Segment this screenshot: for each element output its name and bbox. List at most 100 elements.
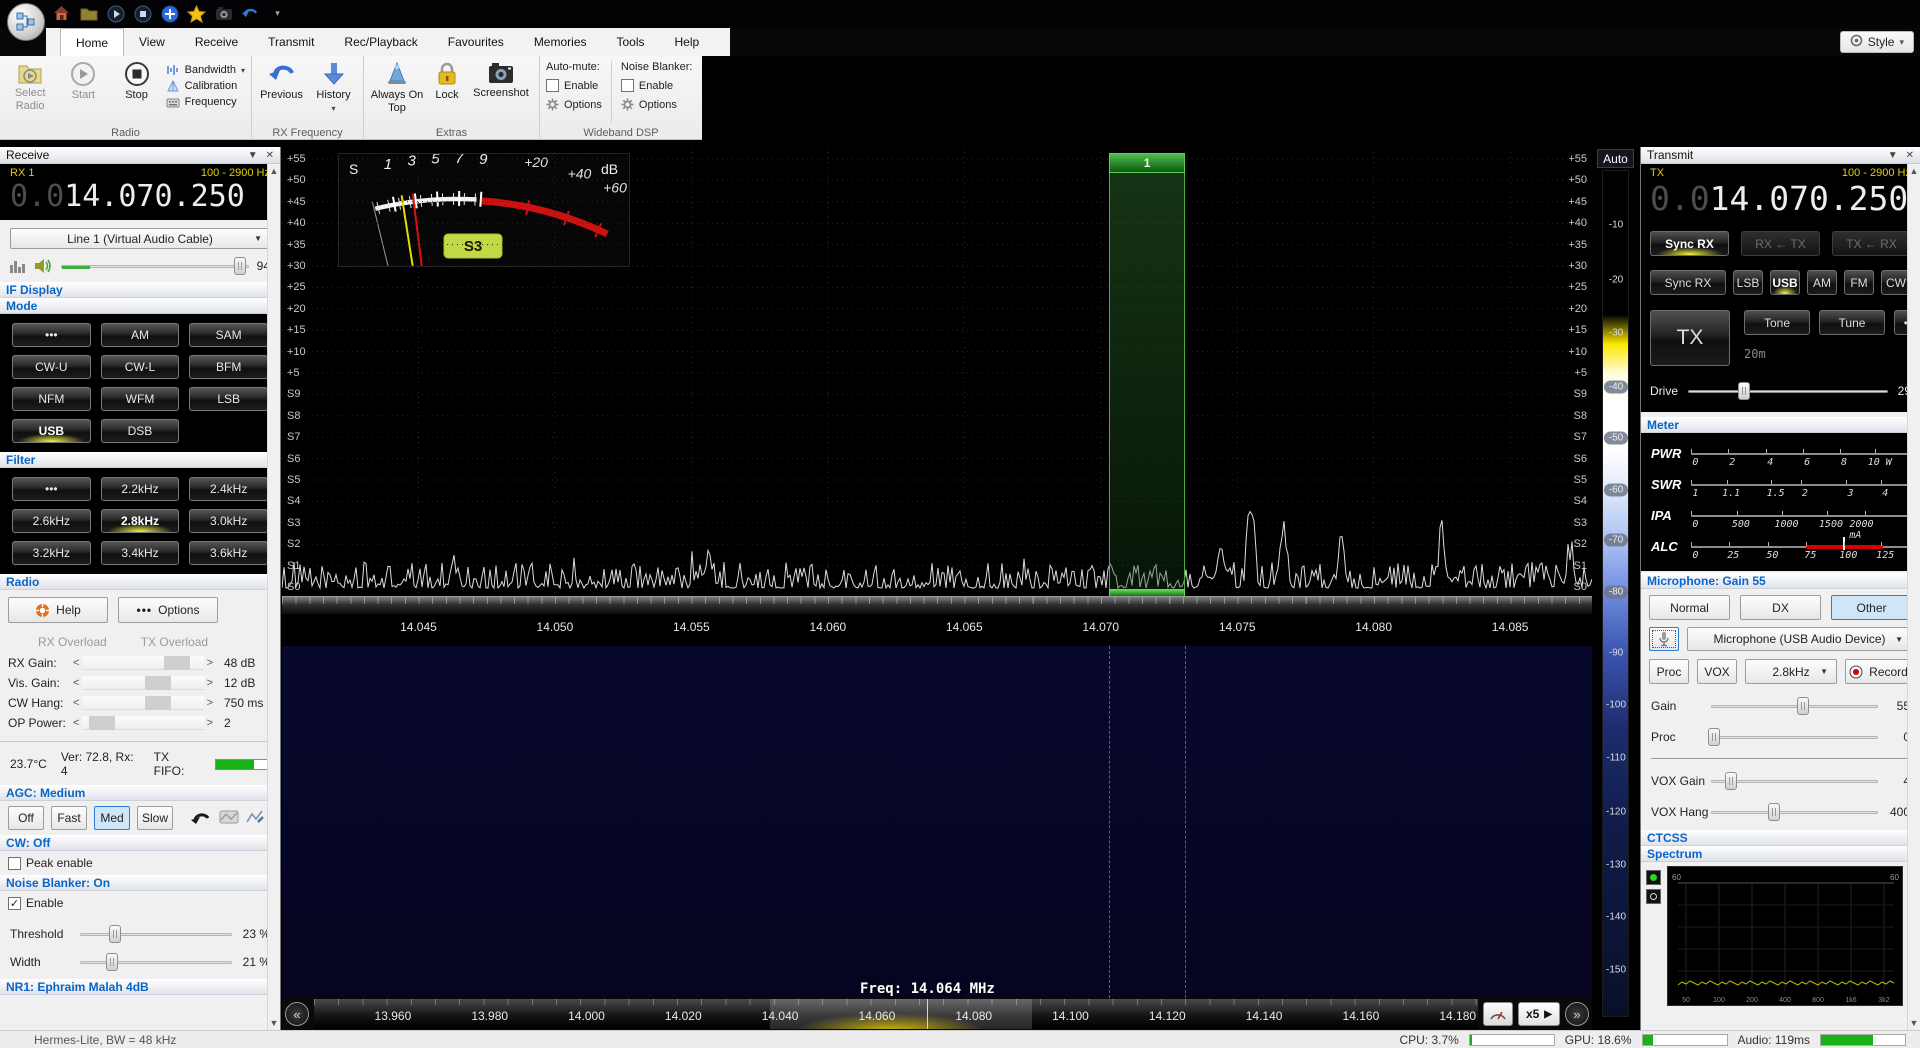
- mode-button-lsb[interactable]: LSB: [189, 387, 268, 411]
- auto-level-button[interactable]: Auto: [1597, 149, 1634, 168]
- slider-right-arrow[interactable]: >: [204, 697, 216, 709]
- scroll-up-icon[interactable]: ▲: [1908, 166, 1920, 176]
- qat-dropdown-icon[interactable]: ▾: [268, 4, 287, 23]
- add-icon[interactable]: [160, 4, 179, 23]
- agc-undo-icon[interactable]: [190, 809, 212, 828]
- tx-mode-usb[interactable]: USB: [1770, 270, 1800, 295]
- screenshot-button[interactable]: Screenshot: [470, 59, 532, 125]
- automute-options-button[interactable]: Options: [546, 98, 602, 111]
- volume-slider[interactable]: [61, 257, 249, 275]
- vox-button[interactable]: VOX: [1697, 659, 1737, 684]
- slider-grip[interactable]: [106, 953, 118, 971]
- help-button[interactable]: Help: [8, 597, 108, 623]
- agc-button-med[interactable]: Med: [94, 806, 130, 830]
- tx-mode-fm[interactable]: FM: [1844, 270, 1874, 295]
- slider-grip[interactable]: [109, 925, 121, 943]
- section-nr1[interactable]: NR1: Ephraim Malah 4dB▲: [0, 979, 280, 995]
- section-noise-blanker[interactable]: Noise Blanker: On▲: [0, 875, 280, 891]
- slider-grip[interactable]: [1797, 697, 1809, 715]
- rx-passband-region[interactable]: 1: [1109, 153, 1185, 598]
- drive-slider[interactable]: [1688, 382, 1888, 400]
- mic-profile-dx[interactable]: DX: [1740, 595, 1821, 620]
- bandwidth-button[interactable]: Bandwidth▾: [166, 64, 245, 76]
- always-on-top-button[interactable]: Always On Top: [370, 59, 424, 125]
- slider[interactable]: [1711, 728, 1878, 746]
- slider-grip[interactable]: [1725, 772, 1737, 790]
- drive-grip[interactable]: [1738, 382, 1750, 400]
- frequency-button[interactable]: Frequency: [166, 96, 245, 108]
- slider-handle[interactable]: [145, 676, 171, 690]
- filter-button-2.2khz[interactable]: 2.2kHz: [101, 477, 180, 501]
- meter-toggle-button[interactable]: [1483, 1002, 1513, 1026]
- sync-button-0[interactable]: Sync RX: [1650, 231, 1729, 256]
- slider-grip[interactable]: [1768, 803, 1780, 821]
- filter-button-2.4khz[interactable]: 2.4kHz: [189, 477, 268, 501]
- zoom-control[interactable]: x5 ▶: [1518, 1002, 1560, 1026]
- transmit-panel-scrollbar[interactable]: ▲▼: [1907, 164, 1920, 1030]
- slider-track[interactable]: [82, 656, 203, 670]
- stop-button[interactable]: Stop: [112, 59, 160, 125]
- tx-button[interactable]: TX: [1650, 310, 1730, 366]
- slider-handle[interactable]: [89, 716, 115, 730]
- tx-mode-am[interactable]: AM: [1807, 270, 1837, 295]
- select-radio-button[interactable]: Select Radio: [6, 59, 54, 125]
- section-filter[interactable]: Filter▲: [0, 452, 280, 468]
- favourite-star-icon[interactable]: [187, 4, 206, 23]
- app-menu-button[interactable]: [7, 3, 45, 41]
- options-button[interactable]: •••Options: [118, 597, 218, 623]
- slider-handle[interactable]: [164, 656, 190, 670]
- slider-grip[interactable]: [1708, 728, 1720, 746]
- tune-button[interactable]: Tune: [1819, 310, 1885, 335]
- mode-button-cw-l[interactable]: CW-L: [101, 355, 180, 379]
- filter-button-3.4khz[interactable]: 3.4kHz: [101, 541, 180, 565]
- tab-home[interactable]: Home: [60, 28, 124, 56]
- waterfall-display[interactable]: Freq: 14.064 MHz Span: ±24 kHz: [282, 646, 1592, 998]
- mic-profile-normal[interactable]: Normal: [1649, 595, 1730, 620]
- slider[interactable]: [1711, 803, 1878, 821]
- mode-button-usb[interactable]: USB: [12, 419, 91, 443]
- slider-right-arrow[interactable]: >: [204, 657, 216, 669]
- chevron-right-icon[interactable]: ▶: [1544, 1009, 1552, 1020]
- style-selector[interactable]: Style ▾: [1840, 31, 1914, 53]
- section-microphone[interactable]: Microphone: Gain 55▲: [1641, 573, 1920, 589]
- mic-device-select[interactable]: Microphone (USB Audio Device) ▼: [1687, 627, 1912, 651]
- spectrum-display[interactable]: 13579+20+40+60SdBS3 +55+55+50+50+45+45+4…: [282, 147, 1592, 598]
- peak-enable-checkbox[interactable]: Peak enable: [0, 851, 280, 875]
- tab-memories[interactable]: Memories: [519, 28, 602, 56]
- noise-blanker-options-button[interactable]: Options: [621, 98, 693, 111]
- mode-button-dsb[interactable]: DSB: [101, 419, 180, 443]
- automute-enable-checkbox[interactable]: Enable: [546, 79, 602, 92]
- tx-spectrum-toggle-on[interactable]: [1646, 870, 1661, 885]
- tx-mode-lsb[interactable]: LSB: [1733, 270, 1763, 295]
- previous-button[interactable]: Previous: [258, 59, 305, 125]
- filter-button-3.2khz[interactable]: 3.2kHz: [12, 541, 91, 565]
- section-meter[interactable]: Meter▲: [1641, 417, 1920, 433]
- rx-frequency-display[interactable]: RX 1100 - 2900 Hz 0.014.070.250: [0, 164, 280, 220]
- speaker-icon[interactable]: [34, 258, 53, 274]
- close-icon[interactable]: ✕: [1906, 150, 1914, 161]
- slider[interactable]: [1711, 772, 1878, 790]
- slider-left-arrow[interactable]: <: [70, 717, 82, 729]
- tab-help[interactable]: Help: [660, 28, 715, 56]
- collapse-icon[interactable]: ▼: [248, 150, 258, 161]
- tab-favourites[interactable]: Favourites: [433, 28, 519, 56]
- tx-frequency-digits[interactable]: 0.014.070.250: [1650, 179, 1911, 218]
- scroll-down-icon[interactable]: ▼: [1908, 1018, 1920, 1028]
- sync-button-2[interactable]: TX ← RX: [1832, 231, 1911, 256]
- slider-left-arrow[interactable]: <: [70, 677, 82, 689]
- slider-track[interactable]: [82, 696, 203, 710]
- proc-button[interactable]: Proc: [1649, 659, 1689, 684]
- slider-right-arrow[interactable]: >: [204, 717, 216, 729]
- slider-left-arrow[interactable]: <: [70, 657, 82, 669]
- tab-transmit[interactable]: Transmit: [253, 28, 329, 56]
- filter-button-3.0khz[interactable]: 3.0kHz: [189, 509, 268, 533]
- home-icon[interactable]: [52, 4, 71, 23]
- start-button[interactable]: Start: [59, 59, 107, 125]
- folder-icon[interactable]: [79, 4, 98, 23]
- band-ruler[interactable]: 13.96013.98014.00014.02014.04014.06014.0…: [314, 999, 1478, 1029]
- volume-grip[interactable]: [234, 257, 246, 275]
- lock-button[interactable]: Lock: [429, 59, 465, 125]
- sync-button-1[interactable]: RX ← TX: [1741, 231, 1820, 256]
- tx-bandwidth-select[interactable]: 2.8kHz ▼: [1745, 659, 1837, 684]
- tx-spectrum-toggle-off[interactable]: [1646, 889, 1661, 904]
